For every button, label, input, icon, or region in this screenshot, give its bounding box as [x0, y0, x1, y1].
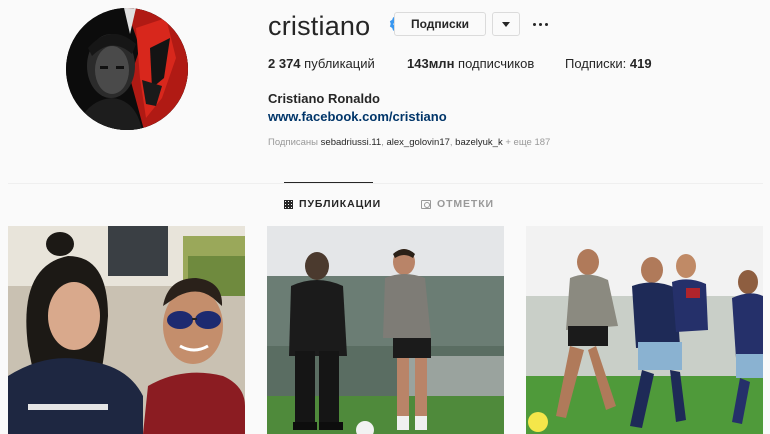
followed-by-prefix: Подписаны [268, 137, 319, 148]
following-label: Подписки: [565, 56, 627, 71]
posts-count: 2 374 [268, 56, 301, 71]
followers-label: подписчиков [458, 56, 535, 71]
tabs-divider [8, 183, 763, 184]
followed-by-user[interactable]: sebadriussi.11 [321, 137, 382, 148]
followed-by-more[interactable]: + еще 187 [505, 137, 550, 148]
followers-count: 143млн [407, 56, 455, 71]
more-options-button[interactable] [530, 12, 550, 36]
chevron-down-icon [502, 21, 510, 27]
profile-website-link[interactable]: www.facebook.com/cristiano [268, 109, 447, 124]
post-image [267, 226, 504, 434]
subscribed-button[interactable]: Подписки [394, 12, 486, 36]
following-stat[interactable]: Подписки: 419 [565, 56, 652, 71]
post-image [526, 226, 763, 434]
followed-by-line: Подписаны sebadriussi.11, alex_golovin17… [268, 137, 551, 148]
posts-label: публикаций [304, 56, 375, 71]
post-image [8, 226, 245, 434]
active-tab-indicator [284, 182, 373, 183]
followed-by-user[interactable]: bazelyuk_k [455, 137, 503, 148]
profile-full-name: Cristiano Ronaldo [268, 91, 380, 106]
grid-icon [284, 199, 293, 209]
post-thumbnail[interactable] [8, 226, 245, 434]
more-options-icon [532, 22, 536, 26]
tab-posts-label: ПУБЛИКАЦИИ [299, 198, 382, 210]
posts-stat: 2 374 публикаций [268, 56, 375, 71]
tab-tagged[interactable]: ОТМЕТКИ [421, 196, 494, 212]
followed-by-user[interactable]: alex_golovin17 [387, 137, 450, 148]
tab-posts[interactable]: ПУБЛИКАЦИИ [284, 196, 381, 212]
profile-username: cristiano [268, 11, 371, 41]
suggestions-dropdown-button[interactable] [492, 12, 520, 36]
post-thumbnail[interactable] [526, 226, 763, 434]
tagged-icon [421, 199, 431, 209]
profile-avatar[interactable] [66, 8, 188, 130]
followers-stat[interactable]: 143млн подписчиков [407, 56, 534, 71]
post-thumbnail[interactable] [267, 226, 504, 434]
tab-tagged-label: ОТМЕТКИ [437, 198, 495, 210]
following-count: 419 [629, 56, 652, 71]
